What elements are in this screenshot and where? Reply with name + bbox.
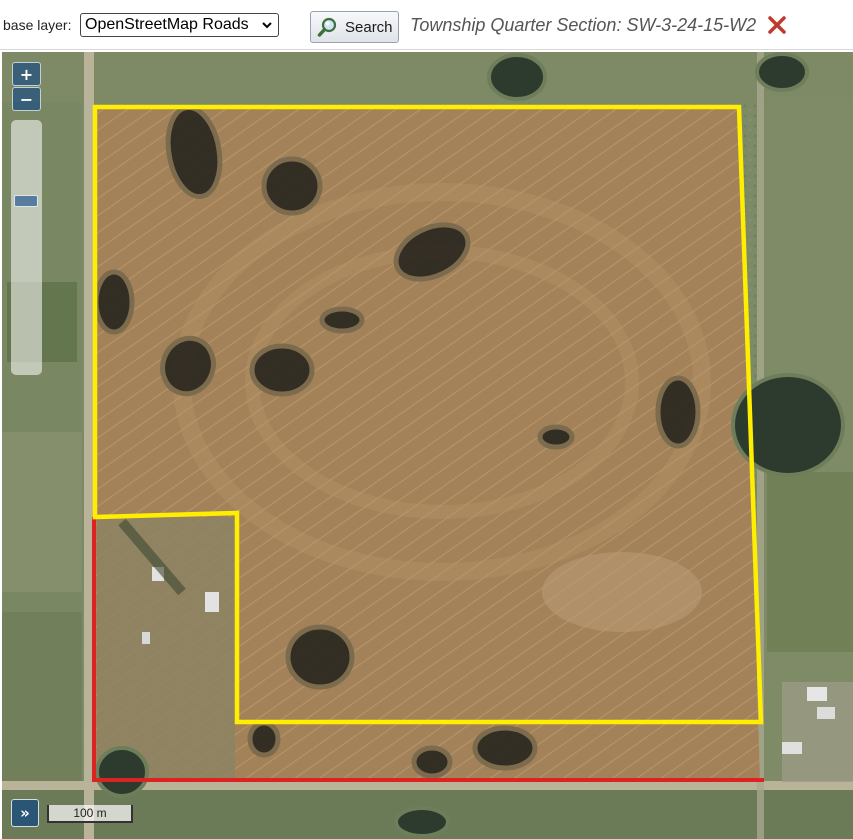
base-layer-label: base layer: [3, 17, 72, 33]
toolbar: base layer: OpenStreetMap Roads Search T… [0, 0, 853, 50]
satellite-imagery [2, 52, 853, 839]
search-button[interactable]: Search [310, 11, 399, 43]
base-layer-selected-value: OpenStreetMap Roads [85, 16, 249, 33]
base-layer-select[interactable]: OpenStreetMap Roads [80, 13, 279, 37]
close-x-icon[interactable] [766, 14, 788, 36]
map-viewport[interactable]: + − » 100 m [2, 52, 853, 839]
expand-overview-button[interactable]: » [11, 799, 39, 827]
scale-bar: 100 m [47, 805, 133, 823]
zoom-slider-handle[interactable] [14, 195, 38, 207]
magnifier-icon [317, 17, 337, 37]
zoom-in-button[interactable]: + [12, 62, 41, 86]
zoom-out-button[interactable]: − [12, 87, 41, 111]
location-title: Township Quarter Section: SW-3-24-15-W2 [410, 15, 757, 35]
search-button-label: Search [345, 18, 393, 36]
chevron-down-icon [262, 22, 272, 29]
zoom-slider-track[interactable] [11, 120, 42, 375]
